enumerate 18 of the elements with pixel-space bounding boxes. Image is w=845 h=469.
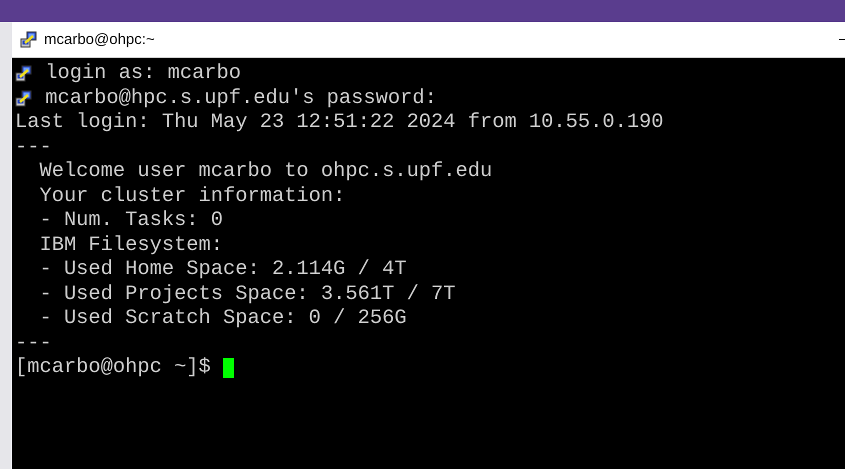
cursor [223,358,234,378]
terminal-icon [15,90,33,108]
terminal-icon [15,65,33,84]
terminal-line: - Used Projects Space: 3.561T / 7T [38,282,456,307]
window-title: mcarbo@ohpc:~ [44,31,155,48]
terminal-line: --- [15,332,52,356]
terminal-line: - Used Scratch Space: 0 / 256G [38,307,407,332]
terminal-line: Last login: Thu May 23 12:51:22 2024 from 10.55.0.190 [15,111,664,136]
terminal-app-icon [20,30,38,48]
terminal-line: - Used Home Space: 2.114G / 4T [38,258,407,282]
terminal-line: - Num. Tasks: 0 [38,209,224,234]
terminal-line: --- [15,136,52,160]
terminal-line: IBM Filesystem: [38,234,224,258]
terminal-line: Your cluster information: [38,184,346,209]
terminal-line: Welcome user mcarbo to ohpc.s.upf.edu [38,160,492,184]
terminal-line: login as: mcarbo [44,62,242,86]
shell-prompt: [mcarbo@ohpc ~]$ [15,356,212,380]
terminal-line: mcarbo@hpc.s.upf.edu's password: [44,86,437,111]
